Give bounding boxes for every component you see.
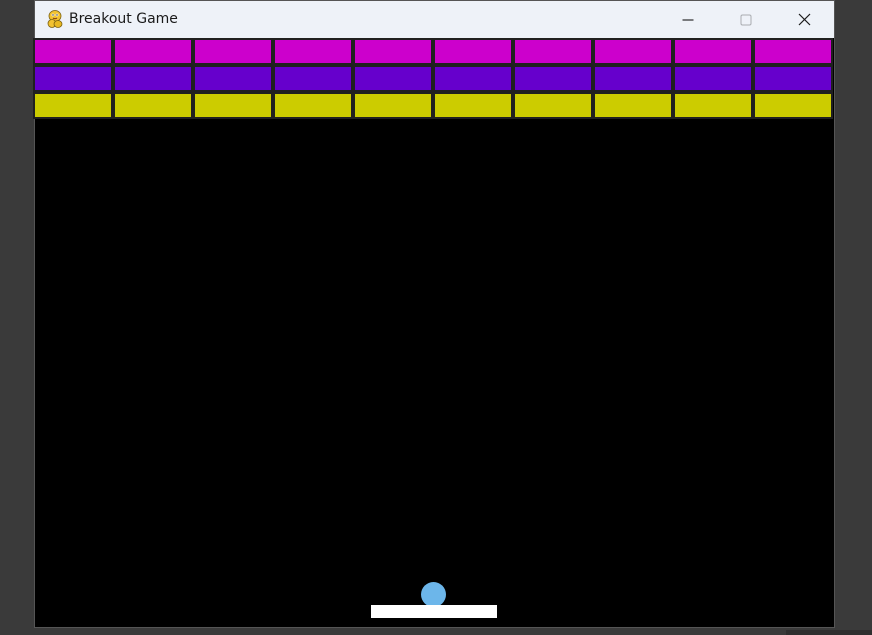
brick [513, 65, 593, 92]
desktop-backdrop [834, 0, 872, 635]
brick [673, 65, 753, 92]
brick [753, 65, 833, 92]
ball [421, 582, 446, 607]
brick [193, 92, 273, 119]
window-title: Breakout Game [69, 11, 178, 27]
brick [33, 38, 113, 65]
brick [673, 92, 753, 119]
brick [113, 65, 193, 92]
pygame-snake-icon [47, 10, 63, 28]
brick [513, 38, 593, 65]
brick [353, 92, 433, 119]
desktop-backdrop-patch [786, 630, 872, 635]
brick [433, 65, 513, 92]
maximize-button[interactable] [723, 1, 769, 38]
brick [193, 65, 273, 92]
brick [113, 92, 193, 119]
game-canvas[interactable] [33, 38, 834, 627]
brick [273, 38, 353, 65]
brick [593, 92, 673, 119]
brick [753, 92, 833, 119]
brick [433, 38, 513, 65]
brick [433, 92, 513, 119]
close-button[interactable] [781, 1, 827, 38]
game-window: Breakout Game [33, 1, 834, 627]
brick [33, 65, 113, 92]
paddle[interactable] [371, 605, 497, 618]
minimize-button[interactable] [665, 1, 711, 38]
brick [33, 92, 113, 119]
brick [673, 38, 753, 65]
brick [273, 92, 353, 119]
brick [593, 38, 673, 65]
brick [753, 38, 833, 65]
brick [273, 65, 353, 92]
minimize-icon [682, 18, 694, 21]
brick [113, 38, 193, 65]
brick [353, 38, 433, 65]
brick [353, 65, 433, 92]
brick [593, 65, 673, 92]
brick [513, 92, 593, 119]
brick [193, 38, 273, 65]
maximize-icon [740, 14, 752, 25]
title-bar[interactable]: Breakout Game [35, 1, 834, 38]
close-icon [798, 13, 810, 26]
